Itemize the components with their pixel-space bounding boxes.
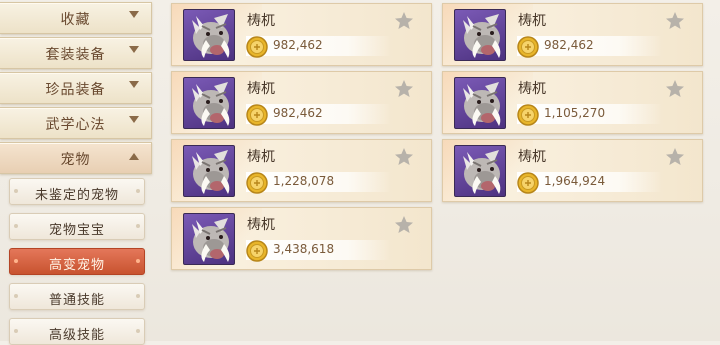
listing-card[interactable]: 梼杌 3,438,618	[171, 207, 432, 270]
favorite-star-icon[interactable]	[665, 79, 685, 98]
price-text: 1,228,078	[273, 174, 335, 188]
price-text: 982,462	[544, 38, 594, 52]
listing-card[interactable]: 梼杌 982,462	[171, 3, 432, 66]
item-name: 梼杌	[518, 81, 546, 97]
listing-card[interactable]: 梼杌 982,462	[442, 3, 703, 66]
listing-card[interactable]: 梼杌 982,462	[171, 71, 432, 134]
category-pets[interactable]: 宠物	[0, 142, 152, 174]
price-text: 982,462	[273, 106, 323, 120]
ornament-dot-icon	[136, 329, 140, 333]
chevron-up-icon	[129, 153, 139, 160]
favorite-star-icon[interactable]	[394, 79, 414, 98]
boar-beast-portrait-icon	[454, 9, 506, 61]
favorite-star-icon[interactable]	[394, 11, 414, 30]
gold-coin-icon	[246, 104, 268, 126]
gold-coin-icon	[246, 240, 268, 262]
ornament-dot-icon	[136, 224, 140, 228]
chevron-down-icon	[129, 11, 139, 18]
item-name: 梼杌	[247, 217, 275, 233]
listing-card[interactable]: 梼杌 1,228,078	[171, 139, 432, 202]
gold-coin-icon	[517, 104, 539, 126]
favorite-star-icon[interactable]	[394, 215, 414, 234]
chevron-down-icon	[129, 46, 139, 53]
boar-beast-portrait-icon	[183, 213, 235, 265]
chevron-down-icon	[129, 81, 139, 88]
boar-beast-portrait-icon	[183, 145, 235, 197]
favorite-star-icon[interactable]	[665, 147, 685, 166]
item-name: 梼杌	[247, 13, 275, 29]
ornament-dot-icon	[136, 259, 140, 263]
subcategory-label: 普通技能	[48, 293, 105, 308]
gold-coin-icon	[246, 36, 268, 58]
category-set-equipment[interactable]: 套装装备	[0, 37, 152, 69]
gold-coin-icon	[517, 172, 539, 194]
favorite-star-icon[interactable]	[665, 11, 685, 30]
category-sidebar: 收藏 套装装备 珍品装备 武学心法 宠物 未鉴定的宠物 宠物宝宝 高变宠物 普通…	[0, 0, 158, 345]
subcategory-label: 未鉴定的宠物	[34, 188, 119, 203]
price-text: 1,105,270	[544, 106, 606, 120]
ornament-dot-icon	[136, 294, 140, 298]
boar-beast-portrait-icon	[454, 145, 506, 197]
subcategory-label: 高变宠物	[48, 258, 105, 273]
subcategory-pet-babies[interactable]: 宠物宝宝	[9, 213, 145, 240]
subcategory-label: 高级技能	[48, 328, 105, 343]
boar-beast-portrait-icon	[183, 77, 235, 129]
listing-card[interactable]: 梼杌 1,105,270	[442, 71, 703, 134]
gold-coin-icon	[246, 172, 268, 194]
subcategory-label: 宠物宝宝	[48, 223, 105, 238]
price-text: 982,462	[273, 38, 323, 52]
boar-beast-portrait-icon	[454, 77, 506, 129]
boar-beast-portrait-icon	[183, 9, 235, 61]
subcategory-mutated-pets[interactable]: 高变宠物	[9, 248, 145, 275]
category-martial-arts[interactable]: 武学心法	[0, 107, 152, 139]
item-name: 梼杌	[247, 149, 275, 165]
chevron-down-icon	[129, 116, 139, 123]
subcategory-common-skills[interactable]: 普通技能	[9, 283, 145, 310]
listing-card[interactable]: 梼杌 1,964,924	[442, 139, 703, 202]
ornament-dot-icon	[136, 189, 140, 193]
price-text: 3,438,618	[273, 242, 335, 256]
item-name: 梼杌	[518, 149, 546, 165]
item-name: 梼杌	[518, 13, 546, 29]
favorite-star-icon[interactable]	[394, 147, 414, 166]
price-text: 1,964,924	[544, 174, 606, 188]
gold-coin-icon	[517, 36, 539, 58]
item-name: 梼杌	[247, 81, 275, 97]
category-favorites[interactable]: 收藏	[0, 2, 152, 34]
subcategory-unidentified-pets[interactable]: 未鉴定的宠物	[9, 178, 145, 205]
category-rare-equipment[interactable]: 珍品装备	[0, 72, 152, 104]
